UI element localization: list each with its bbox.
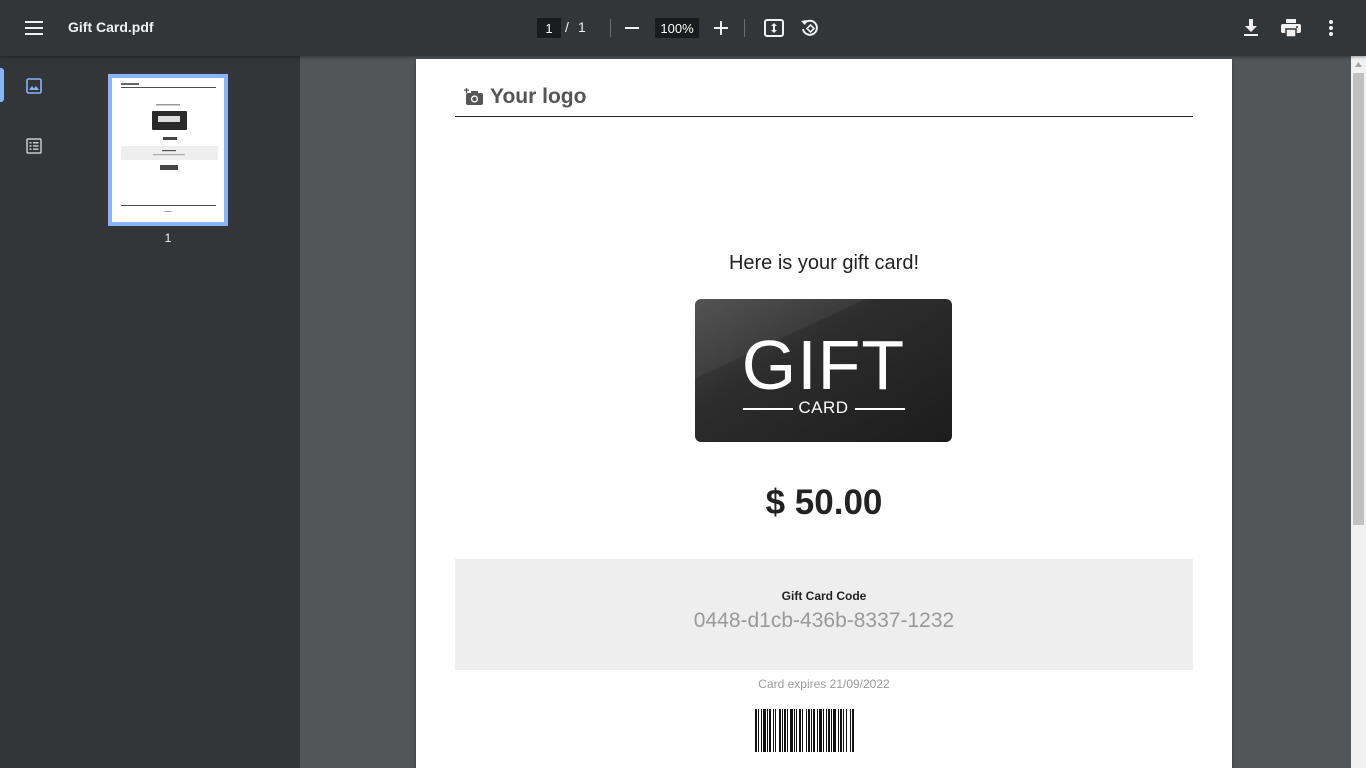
page-separator: /: [565, 19, 569, 35]
barcode-bar: [840, 709, 842, 752]
menu-button[interactable]: [16, 10, 52, 46]
barcode-bar: [787, 709, 788, 752]
barcode-bar: [808, 709, 810, 752]
code-value: 0448-d1cb-436b-8337-1232: [693, 609, 955, 632]
barcode-bar: [784, 709, 786, 752]
barcode-bar: [802, 709, 803, 752]
barcode-bar: [823, 709, 824, 752]
barcode-bar: [843, 709, 844, 752]
fit-to-page-button[interactable]: [756, 10, 792, 46]
zoom-input[interactable]: 100%: [655, 18, 699, 38]
zoom-out-icon: [625, 27, 639, 29]
document-title: Gift Card.pdf: [68, 19, 154, 35]
barcode-bar: [806, 709, 807, 752]
barcode-bar: [769, 709, 771, 752]
barcode-bar: [763, 709, 766, 752]
barcode: [755, 709, 854, 752]
more-actions-button[interactable]: [1313, 10, 1349, 46]
gift-card-subtitle: CARD: [798, 398, 849, 417]
barcode-bar: [779, 709, 781, 752]
barcode-bar: [846, 709, 847, 752]
vertical-scrollbar[interactable]: [1351, 56, 1366, 768]
zoom-out-button[interactable]: [614, 10, 650, 46]
barcode-bar: [852, 709, 854, 752]
fit-page-icon: [764, 19, 784, 37]
header-rule: [455, 116, 1193, 117]
barcode-bar: [850, 709, 851, 752]
zoom-in-icon: [714, 21, 728, 35]
toolbar-divider: [744, 19, 745, 37]
barcode-bar: [799, 709, 801, 752]
active-tab-indicator: [0, 68, 4, 102]
tab-outline[interactable]: [16, 128, 52, 164]
gift-card-code-box: Gift Card Code 0448-d1cb-436b-8337-1232: [455, 559, 1193, 670]
scroll-up-arrow-icon: [1355, 62, 1362, 67]
download-icon: [1244, 19, 1258, 36]
toolbar-divider: [610, 19, 611, 37]
barcode-bar: [833, 709, 836, 752]
gift-card-image: GIFT CARD: [695, 299, 952, 442]
code-label: Gift Card Code: [781, 589, 867, 603]
gift-card-amount: $ 50.00: [765, 483, 883, 522]
scroll-up-button[interactable]: [1351, 56, 1366, 73]
gift-card-title: GIFT: [741, 326, 906, 404]
page-total: 1: [578, 19, 586, 35]
document-viewer: Your logo Here is your gift card! GIFT C…: [300, 56, 1366, 768]
pdf-page: Your logo Here is your gift card! GIFT C…: [416, 59, 1232, 768]
greeting-text: Here is your gift card!: [728, 252, 920, 274]
barcode-bar: [790, 709, 793, 752]
page-thumbnail[interactable]: [108, 74, 228, 226]
logo-text: Your logo: [490, 85, 587, 108]
barcode-bar: [773, 709, 774, 752]
barcode-bar: [811, 709, 812, 752]
barcode-bar: [813, 709, 815, 752]
barcode-bar: [758, 709, 759, 752]
barcode-bar: [826, 709, 827, 752]
barcode-bar: [794, 709, 795, 752]
scrollbar-thumb[interactable]: [1353, 73, 1364, 525]
barcode-bar: [817, 709, 818, 752]
sidebar: 1: [0, 56, 300, 768]
zoom-in-button[interactable]: [703, 10, 739, 46]
page-number-input[interactable]: 1: [537, 18, 561, 38]
logo: Your logo: [464, 85, 586, 109]
image-icon: [26, 78, 42, 94]
more-icon: [1329, 20, 1333, 36]
expiry-text: Card expires 21/09/2022: [758, 677, 890, 691]
tab-thumbnails[interactable]: [16, 68, 52, 104]
barcode-bar: [831, 709, 832, 752]
rotate-button[interactable]: [792, 10, 828, 46]
menu-icon: [25, 21, 43, 35]
thumbnail-page-number: 1: [164, 231, 172, 245]
barcode-bar: [767, 709, 768, 752]
barcode-bar: [838, 709, 839, 752]
pdf-toolbar: Gift Card.pdf 1 / 1 100%: [0, 0, 1366, 56]
page-thumbnail-preview: [112, 78, 224, 222]
add-photo-icon: [464, 88, 483, 105]
barcode-bar: [819, 709, 822, 752]
barcode-bar: [755, 709, 757, 752]
barcode-bar: [796, 709, 797, 752]
barcode-bar: [782, 709, 783, 752]
print-button[interactable]: [1273, 10, 1309, 46]
rotate-icon: [801, 19, 818, 36]
barcode-bar: [761, 709, 762, 752]
gift-card-rule-right: [855, 408, 905, 410]
barcode-bar: [775, 709, 776, 752]
barcode-bar: [828, 709, 830, 752]
download-button[interactable]: [1233, 10, 1269, 46]
outline-icon: [26, 138, 42, 154]
print-icon: [1281, 19, 1301, 37]
